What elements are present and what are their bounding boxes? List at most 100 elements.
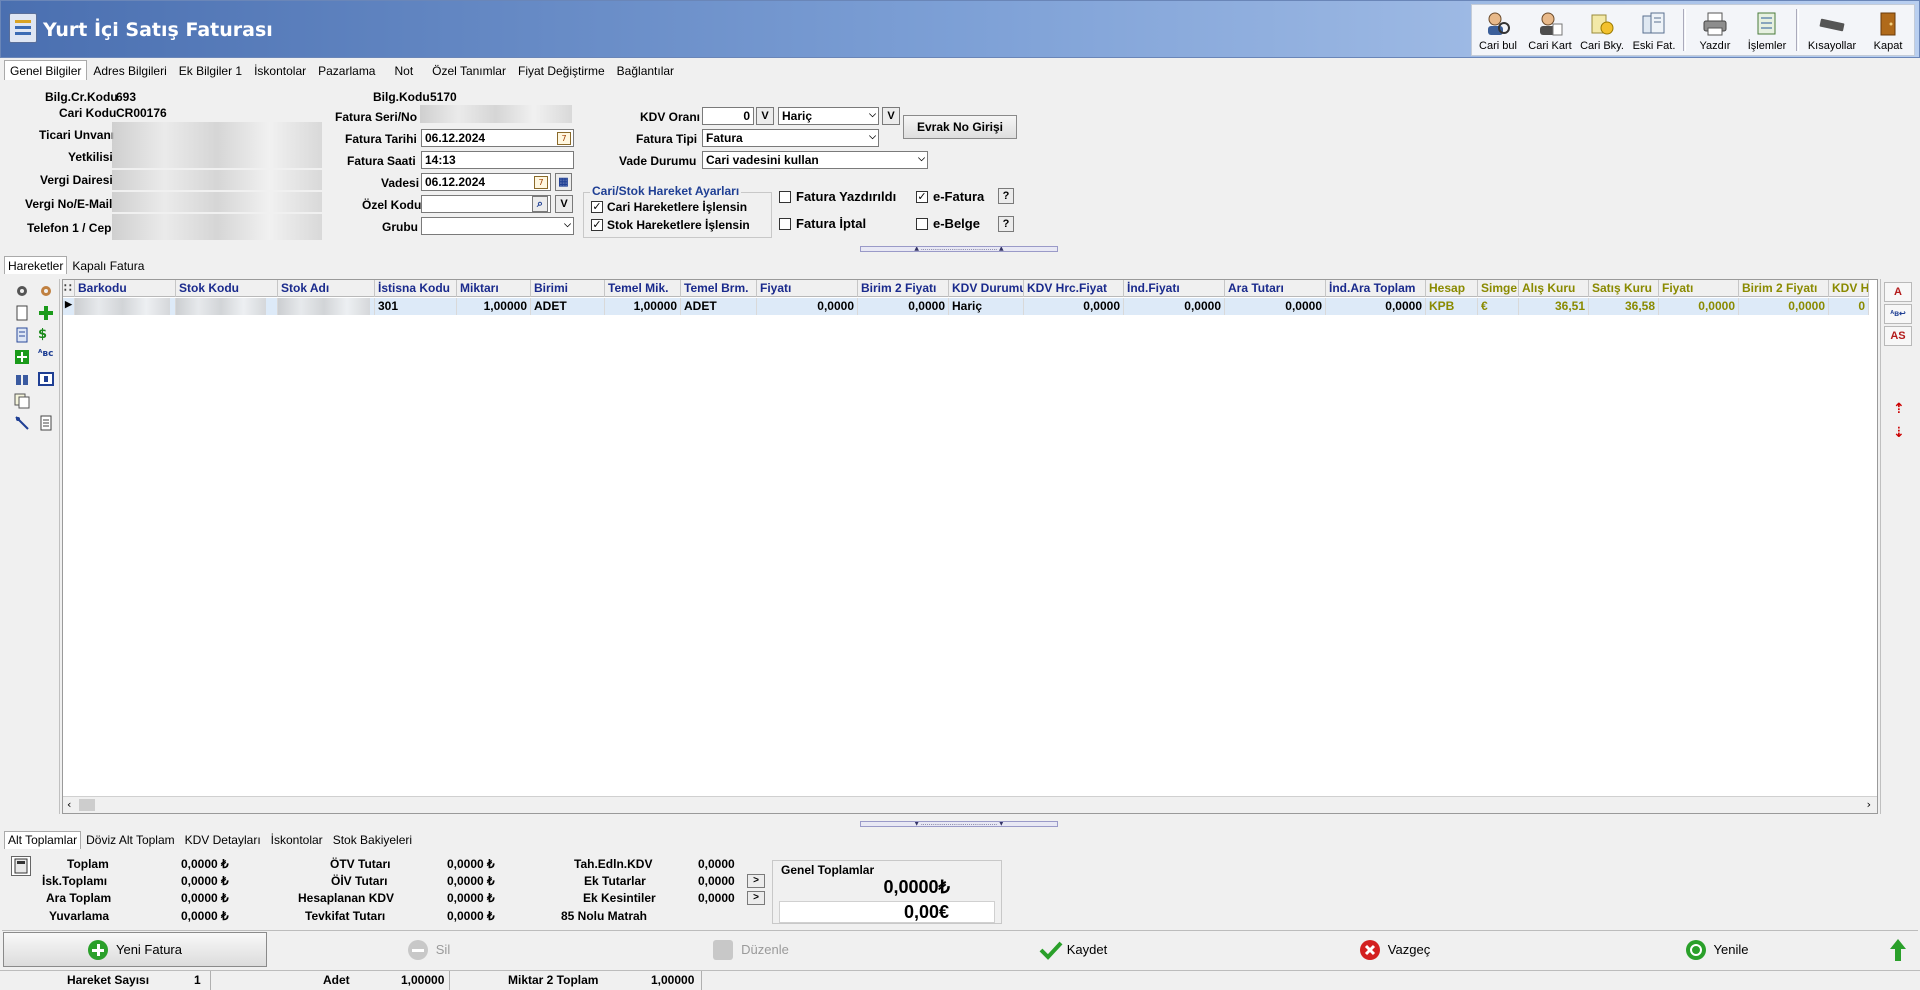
add-row-icon[interactable] xyxy=(14,349,30,365)
col-header[interactable]: Fiyatı xyxy=(1659,280,1739,297)
col-header[interactable]: KDV Hrc xyxy=(1829,280,1869,297)
col-header[interactable]: Ara Tutarı xyxy=(1225,280,1326,297)
tab-doviz-alt-toplam[interactable]: Döviz Alt Toplam xyxy=(81,831,179,849)
table-cell[interactable]: 0,0000 xyxy=(757,298,858,315)
table-cell[interactable]: 0,0000 xyxy=(1739,298,1829,315)
font-as-button[interactable]: AS xyxy=(1884,326,1912,346)
tab-stok-bakiyeleri[interactable]: Stok Bakiyeleri xyxy=(328,831,417,849)
tab-genel-bilgiler[interactable]: Genel Bilgiler xyxy=(4,60,88,80)
kdv-orani-input[interactable]: 0 xyxy=(702,107,754,125)
cari-bul-button[interactable]: Cari bul xyxy=(1472,5,1524,55)
ek-kesintiler-expand-button[interactable]: > xyxy=(747,891,765,905)
spell-icon[interactable]: ᴬʙ↩ xyxy=(1884,304,1912,324)
table-cell[interactable]: 0 xyxy=(1829,298,1869,315)
binoculars-icon[interactable] xyxy=(14,371,30,387)
col-header[interactable]: Barkodu xyxy=(75,280,176,297)
barcode-icon[interactable] xyxy=(38,371,54,387)
tab-fiyat-degistirme[interactable]: Fiyat Değiştirme xyxy=(512,60,611,80)
table-cell[interactable]: 36,51 xyxy=(1519,298,1589,315)
col-header[interactable]: Birimi xyxy=(531,280,605,297)
font-a-button[interactable]: A xyxy=(1884,282,1912,302)
gear-icon[interactable] xyxy=(14,283,30,299)
col-header[interactable]: İnd.Ara Toplam xyxy=(1326,280,1426,297)
e-belge-help-button[interactable]: ? xyxy=(998,216,1014,232)
table-cell[interactable]: ADET xyxy=(531,298,605,315)
tab-iskontolar[interactable]: İskontolar xyxy=(248,60,312,80)
islemler-button[interactable]: İşlemler xyxy=(1741,5,1793,55)
tab-kdv-detaylari[interactable]: KDV Detayları xyxy=(180,831,266,849)
grubu-select[interactable]: ⌵ xyxy=(421,217,574,235)
vazgec-button[interactable]: Vazgeç xyxy=(1234,931,1556,968)
sil-button[interactable]: Sil xyxy=(268,931,590,968)
ek-tutarlar-expand-button[interactable]: > xyxy=(747,874,765,888)
fatura-saati-input[interactable]: 14:13 xyxy=(421,151,574,169)
fatura-seri-value[interactable] xyxy=(420,105,572,123)
fatura-iptal-checkbox[interactable] xyxy=(779,218,791,230)
col-header[interactable]: İnd.Fiyatı xyxy=(1124,280,1225,297)
col-header[interactable]: Miktarı xyxy=(457,280,531,297)
tab-not[interactable]: Not xyxy=(381,60,426,80)
col-header[interactable]: İstisna Kodu xyxy=(375,280,457,297)
vade-durumu-select[interactable]: Cari vadesini kullan ⌵ xyxy=(702,151,928,169)
table-cell[interactable]: 301 xyxy=(375,298,457,315)
duzenle-button[interactable]: Düzenle xyxy=(590,931,912,968)
dollar-icon[interactable]: $ xyxy=(38,327,54,343)
vade-calc-icon[interactable]: ▦ xyxy=(555,173,572,191)
table-cell[interactable]: 0,0000 xyxy=(858,298,949,315)
table-row[interactable]: ▶ 301 1,00000 ADET 1,00000 ADET 0,0000 0… xyxy=(63,298,1869,315)
vadesi-input[interactable]: 06.12.2024 xyxy=(421,173,551,191)
stok-kodu-cell[interactable] xyxy=(176,298,278,315)
col-header[interactable]: Temel Mik. xyxy=(605,280,681,297)
tools-icon[interactable] xyxy=(38,283,54,299)
eski-fat-button[interactable]: Eski Fat. xyxy=(1628,5,1680,55)
kaydet-button[interactable]: Kaydet xyxy=(912,931,1234,968)
col-header[interactable]: Hesap xyxy=(1426,280,1478,297)
document-list-icon[interactable] xyxy=(14,327,30,343)
yeni-fatura-button[interactable]: Yeni Fatura xyxy=(3,932,267,967)
col-header[interactable]: KDV Hrc.Fiyat xyxy=(1024,280,1124,297)
col-header[interactable]: Stok Kodu xyxy=(176,280,278,297)
tab-iskontolar-bottom[interactable]: İskontolar xyxy=(266,831,328,849)
table-cell[interactable]: 0,0000 xyxy=(1124,298,1225,315)
tab-hareketler[interactable]: Hareketler xyxy=(4,256,68,274)
col-header[interactable]: Alış Kuru xyxy=(1519,280,1589,297)
move-down-icon[interactable]: ⇣ xyxy=(1893,425,1905,441)
table-cell[interactable]: 1,00000 xyxy=(605,298,681,315)
new-document-icon[interactable] xyxy=(14,305,30,321)
ozel-kod-v-button[interactable]: V xyxy=(555,195,573,213)
spell-check-icon[interactable]: ᴬʙᴄ xyxy=(38,349,54,365)
plus-icon[interactable] xyxy=(38,305,54,321)
kdv-tip-select[interactable]: Hariç ⌵ xyxy=(778,107,879,125)
e-belge-checkbox[interactable] xyxy=(916,218,928,230)
col-header[interactable]: Birim 2 Fiyatı xyxy=(1739,280,1829,297)
fatura-yazdirildi-checkbox[interactable] xyxy=(779,191,791,203)
barkod-cell[interactable] xyxy=(75,298,176,315)
movements-grid[interactable]: ∷ Barkodu Stok Kodu Stok Adı İstisna Kod… xyxy=(62,279,1878,814)
table-cell[interactable]: 0,0000 xyxy=(1659,298,1739,315)
scroll-thumb[interactable] xyxy=(79,799,95,811)
evrak-no-girisi-button[interactable]: Evrak No Girişi xyxy=(903,115,1017,139)
col-header[interactable]: Simge xyxy=(1478,280,1519,297)
col-header[interactable]: Birim 2 Fiyatı xyxy=(858,280,949,297)
kdv-orani-v-button[interactable]: V xyxy=(756,107,774,125)
stok-hareket-checkbox[interactable]: ✓ xyxy=(591,219,603,231)
table-cell[interactable]: 0,0000 xyxy=(1024,298,1124,315)
yazdir-button[interactable]: Yazdır xyxy=(1689,5,1741,55)
tab-baglantilar[interactable]: Bağlantılar xyxy=(611,60,680,80)
fatura-tipi-select[interactable]: Fatura ⌵ xyxy=(702,129,879,147)
link-icon[interactable] xyxy=(14,415,30,431)
cari-hareket-checkbox[interactable]: ✓ xyxy=(591,201,603,213)
col-header[interactable]: Satış Kuru xyxy=(1589,280,1659,297)
stok-adi-cell[interactable] xyxy=(278,298,375,315)
tab-adres-bilgileri[interactable]: Adres Bilgileri xyxy=(87,60,172,80)
horizontal-scrollbar[interactable]: ‹ › xyxy=(63,796,1877,813)
scroll-top-icon[interactable] xyxy=(1878,931,1918,968)
tab-ek-bilgiler-1[interactable]: Ek Bilgiler 1 xyxy=(173,60,248,80)
yenile-button[interactable]: Yenile xyxy=(1556,931,1878,968)
calculator-icon[interactable] xyxy=(11,856,31,876)
table-cell[interactable]: 0,0000 xyxy=(1225,298,1326,315)
cari-kart-button[interactable]: Cari Kart xyxy=(1524,5,1576,55)
fatura-tarihi-input[interactable]: 06.12.2024 xyxy=(421,129,574,147)
report-icon[interactable] xyxy=(38,415,54,431)
table-cell[interactable]: Hariç xyxy=(949,298,1024,315)
